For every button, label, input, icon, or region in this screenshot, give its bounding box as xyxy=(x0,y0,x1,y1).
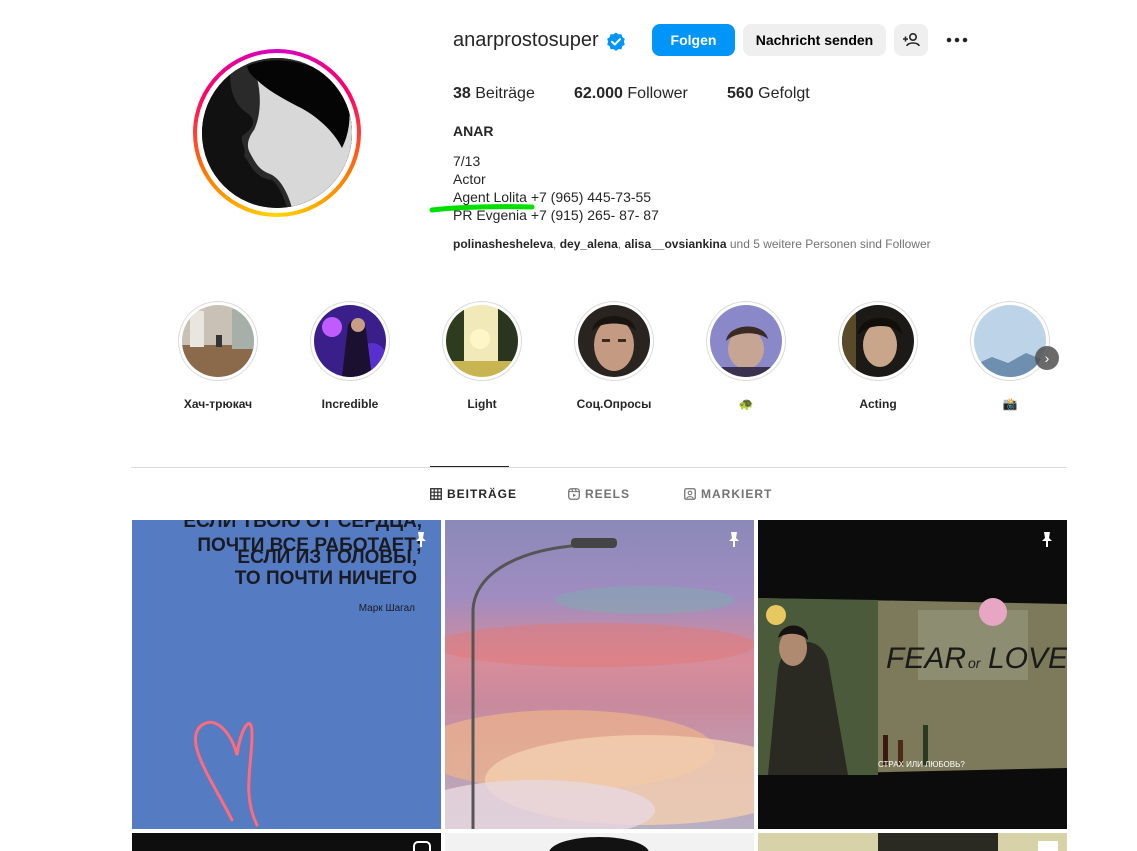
highlight-label: Хач-трюкач xyxy=(183,397,253,411)
tab-reels[interactable]: REELS xyxy=(568,487,630,501)
highlight-cover xyxy=(974,305,1046,377)
quote-author: Марк Шагал xyxy=(359,603,415,614)
following-stat[interactable]: 560 Gefolgt xyxy=(727,85,810,103)
highlight-cover xyxy=(842,305,914,377)
post-tile[interactable] xyxy=(445,833,754,851)
highlight-label: Соц.Опросы xyxy=(576,397,652,411)
highlight-label: Acting xyxy=(859,397,897,411)
follow-button[interactable]: Folgen xyxy=(652,24,735,56)
username: anarprostosuper xyxy=(453,29,599,51)
profile-avatar-ring[interactable] xyxy=(193,49,361,217)
post-tile[interactable] xyxy=(132,833,441,851)
quote-line: ЕСЛИ ИЗ ГОЛОВЫ, xyxy=(237,547,417,568)
highlight-label: 📸 xyxy=(1002,397,1018,411)
quote-line: ТО ПОЧТИ НИЧЕГО xyxy=(235,568,417,589)
highlight-cover xyxy=(446,305,518,377)
post-image: FEAR or LOVE? СТРАХ ИЛИ ЛЮБОВЬ? xyxy=(758,520,1067,829)
pinned-post-icon xyxy=(729,532,739,547)
send-message-button[interactable]: Nachricht senden xyxy=(743,24,886,56)
post-tile[interactable]: ЕСЛИ ТВОЮ ОТ СЕРДЦА, ПОЧТИ ВСЕ РАБОТАЕТ;… xyxy=(132,520,441,829)
chevron-right-icon: › xyxy=(1044,350,1050,366)
grid-icon xyxy=(430,488,442,500)
post-tile[interactable] xyxy=(758,833,1067,851)
tabs-divider xyxy=(131,467,1067,468)
suggested-users-button[interactable] xyxy=(894,24,928,56)
posts-count: 38 xyxy=(453,85,471,102)
follower-user-2[interactable]: dey_alena xyxy=(560,237,618,251)
tab-posts-label: BEITRÄGE xyxy=(447,487,518,501)
post-tile[interactable] xyxy=(445,520,754,829)
film-title-word: LOVE? xyxy=(988,642,1067,675)
posts-count-stat: 38 Beiträge xyxy=(453,85,535,103)
highlight-label: Light xyxy=(467,397,497,411)
tab-reels-label: REELS xyxy=(585,487,631,501)
followers-label: Follower xyxy=(627,85,688,102)
highlight-cover xyxy=(578,305,650,377)
tab-posts[interactable]: BEITRÄGE xyxy=(430,487,517,501)
followed-by-rest: und 5 weitere Personen sind Follower xyxy=(726,237,931,251)
posts-label: Beiträge xyxy=(475,85,535,102)
tab-tagged-label: MARKIERT xyxy=(701,487,773,501)
pinned-post-icon xyxy=(1042,532,1052,547)
highlights-next-button[interactable]: › xyxy=(1035,346,1059,370)
highlight-cover xyxy=(182,305,254,377)
reels-icon xyxy=(568,488,580,500)
followers-stat[interactable]: 62.000 Follower xyxy=(574,85,688,103)
avatar xyxy=(202,58,352,208)
more-options-button[interactable] xyxy=(944,28,970,52)
reel-indicator-icon xyxy=(413,841,431,851)
post-image: ЕСЛИ ТВОЮ ОТ СЕРДЦА, ПОЧТИ ВСЕ РАБОТАЕТ;… xyxy=(132,520,441,829)
tagged-person-icon xyxy=(684,488,696,500)
highlight-label: 🐢 xyxy=(738,397,754,411)
follower-user-1[interactable]: polinashesheleva xyxy=(453,237,553,251)
follower-user-3[interactable]: alisa__ovsiankina xyxy=(624,237,726,251)
following-label: Gefolgt xyxy=(758,85,810,102)
post-tile[interactable]: FEAR or LOVE? СТРАХ ИЛИ ЛЮБОВЬ? xyxy=(758,520,1067,829)
highlight-label: Incredible xyxy=(321,397,379,411)
quote-line: ЕСЛИ ТВОЮ ОТ СЕРДЦА, xyxy=(183,520,422,532)
highlight-cover xyxy=(314,305,386,377)
add-person-icon xyxy=(903,33,920,47)
more-horizontal-icon xyxy=(946,37,968,43)
tab-tagged[interactable]: MARKIERT xyxy=(684,487,772,501)
highlighter-mark xyxy=(429,204,535,213)
followers-count: 62.000 xyxy=(574,85,623,102)
full-name: ANAR xyxy=(453,123,494,139)
highlight-cover xyxy=(710,305,782,377)
avatar-gap xyxy=(197,53,357,213)
pinned-post-icon xyxy=(416,532,426,547)
post-image xyxy=(549,837,649,851)
film-title-word: FEAR xyxy=(886,642,966,675)
post-image xyxy=(878,833,1058,851)
post-image xyxy=(445,520,754,829)
verified-badge-icon xyxy=(607,32,625,51)
film-title-word: or xyxy=(968,655,982,671)
active-tab-indicator xyxy=(430,466,509,467)
following-count: 560 xyxy=(727,85,754,102)
bio-line: 7/13 xyxy=(453,153,481,169)
followed-by-text[interactable]: polinashesheleva, dey_alena, alisa__ovsi… xyxy=(453,237,931,251)
film-subtitle: СТРАХ ИЛИ ЛЮБОВЬ? xyxy=(878,760,965,769)
bio-line: Actor xyxy=(453,171,486,187)
